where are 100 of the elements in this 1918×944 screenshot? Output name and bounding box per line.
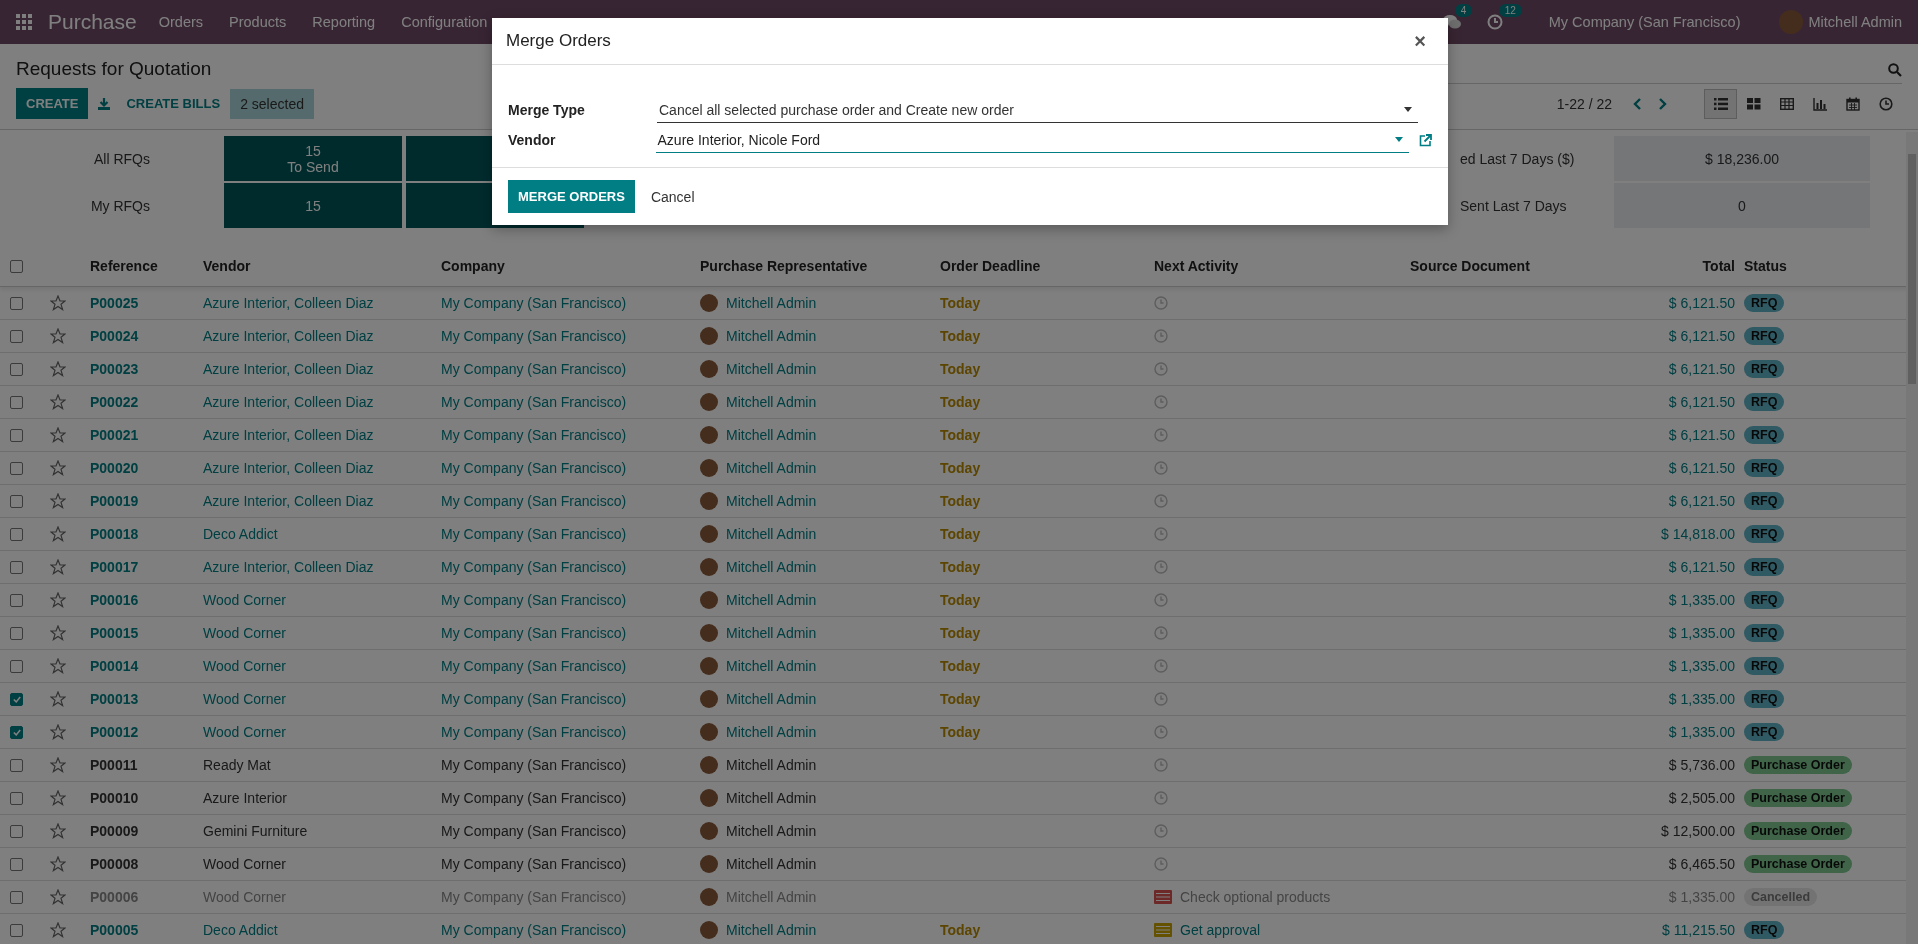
table-cell: Mitchell Admin	[726, 493, 817, 509]
table-cell-text: Azure Interior, Colleen Diaz	[203, 559, 375, 575]
stat-caption: To Send	[287, 158, 339, 175]
table-cell-text: Today	[940, 493, 982, 509]
table-cell-text: P00020	[90, 460, 140, 476]
table-cell: Mitchell Admin	[726, 361, 817, 377]
table-cell-text: Wood Corner	[203, 592, 287, 608]
table-cell-text: My Company (San Francisco)	[441, 823, 628, 839]
table-cell-text: My Company (San Francisco)	[441, 658, 628, 674]
table-cell-text: My Company (San Francisco)	[441, 295, 628, 311]
table-cell-text: $ 12,500.00	[1660, 823, 1735, 839]
table-cell-text: My Company (San Francisco)	[441, 361, 628, 377]
table-cell: Mitchell Admin	[726, 592, 817, 608]
table-cell-text: Azure Interior, Colleen Diaz	[203, 460, 375, 476]
table-cell-text: P00010	[90, 790, 140, 806]
status-badge: RFQ	[1744, 690, 1785, 708]
dialog-title: Merge Orders	[506, 31, 611, 51]
table-cell-text: Wood Corner	[203, 856, 287, 872]
table-cell-text: P00012	[90, 724, 140, 740]
table-cell-text: My Company (San Francisco)	[441, 427, 628, 443]
table-cell-text: $ 1,335.00	[1667, 625, 1735, 641]
table-cell-text: My Company (San Francisco)	[441, 889, 628, 905]
table-cell-text: My Company (San Francisco)	[441, 460, 628, 476]
table-cell: Mitchell Admin	[726, 394, 817, 410]
table-cell-text: Today	[940, 592, 982, 608]
status-badge: RFQ	[1744, 426, 1785, 444]
table-cell-text: Today	[940, 394, 982, 410]
table-cell-text: $ 6,121.50	[1667, 559, 1735, 575]
table-cell-text: Azure Interior, Colleen Diaz	[203, 493, 375, 509]
table-cell-text: Azure Interior, Colleen Diaz	[203, 361, 375, 377]
table-cell-text: Deco Addict	[203, 526, 279, 542]
status-badge: RFQ	[1744, 558, 1785, 576]
status-badge: RFQ	[1744, 360, 1785, 378]
stat-value: 15	[305, 142, 321, 159]
table-cell-text: $ 1,335.00	[1667, 691, 1735, 707]
table-cell-text: My Company (San Francisco)	[441, 592, 628, 608]
table-cell-text: Today	[940, 559, 982, 575]
table-cell-text: $ 14,818.00	[1660, 526, 1735, 542]
table-cell-text: Today	[940, 922, 982, 938]
table-cell-text: My Company (San Francisco)	[441, 625, 628, 641]
table-cell-text: $ 6,121.50	[1667, 460, 1735, 476]
table-cell-text: P00017	[90, 559, 140, 575]
table-cell-text: P00023	[90, 361, 140, 377]
table-cell-text: My Company (San Francisco)	[441, 328, 628, 344]
status-badge: RFQ	[1744, 723, 1785, 741]
table-cell: Mitchell Admin	[726, 823, 817, 839]
table-cell: Mitchell Admin	[726, 526, 817, 542]
status-badge: RFQ	[1744, 657, 1785, 675]
table-cell-text: Today	[940, 427, 982, 443]
table-cell-text: My Company (San Francisco)	[441, 526, 628, 542]
status-badge: RFQ	[1744, 492, 1785, 510]
table-cell-text: $ 1,335.00	[1667, 889, 1735, 905]
status-badge: RFQ	[1744, 624, 1785, 642]
stat-value: 15	[305, 197, 321, 214]
table-cell: Mitchell Admin	[726, 559, 817, 575]
status-badge: RFQ	[1744, 921, 1785, 939]
table-cell-text: P00009	[90, 823, 140, 839]
table-cell-text: P00014	[90, 658, 140, 674]
table-cell-text: Wood Corner	[203, 691, 287, 707]
table-cell-text: My Company (San Francisco)	[441, 724, 628, 740]
table-cell-text: My Company (San Francisco)	[441, 493, 628, 509]
table-cell-text: P00019	[90, 493, 140, 509]
table-cell-text: My Company (San Francisco)	[441, 394, 628, 410]
status-badge: Purchase Order	[1744, 789, 1852, 807]
table-cell-text: Azure Interior, Colleen Diaz	[203, 394, 375, 410]
status-badge: RFQ	[1744, 459, 1785, 477]
table-cell-text: $ 6,121.50	[1667, 361, 1735, 377]
table-cell-text: Azure Interior	[203, 790, 289, 806]
selection-counter: 2 selected	[230, 88, 314, 119]
table-cell-text: $ 6,121.50	[1667, 493, 1735, 509]
table-cell-text: $ 1,335.00	[1667, 592, 1735, 608]
table-cell: Mitchell Admin	[726, 427, 817, 443]
field-label: Merge Type	[508, 102, 586, 118]
table-cell: Mitchell Admin	[726, 922, 817, 938]
status-badge: RFQ	[1744, 294, 1785, 312]
table-cell-text: My Company (San Francisco)	[441, 757, 628, 773]
table-cell-text: Today	[940, 724, 982, 740]
table-cell-text: $ 5,736.00	[1667, 757, 1735, 773]
activity-count-badge: 12	[1498, 4, 1522, 17]
table-cell-text: P00006	[90, 889, 140, 905]
table-cell-text: Azure Interior, Colleen Diaz	[203, 328, 375, 344]
status-badge: Purchase Order	[1744, 756, 1852, 774]
status-badge: Purchase Order	[1744, 822, 1852, 840]
table-cell-text: $ 2,505.00	[1667, 790, 1735, 806]
stat-label: ed Last 7 Days ($)	[1460, 149, 1576, 169]
table-cell: Mitchell Admin	[726, 328, 817, 344]
table-cell-text: My Company (San Francisco)	[441, 790, 628, 806]
table-cell-text: $ 1,335.00	[1667, 724, 1735, 740]
table-cell-text: Wood Corner	[203, 889, 287, 905]
table-cell: Mitchell Admin	[726, 724, 817, 740]
table-cell-text: P00022	[90, 394, 140, 410]
table-cell-text: Wood Corner	[203, 625, 287, 641]
table-cell-text: $ 6,121.50	[1667, 427, 1735, 443]
stat-label: Sent Last 7 Days	[1460, 196, 1568, 216]
table-cell: Mitchell Admin	[726, 625, 817, 641]
table-cell-text: My Company (San Francisco)	[441, 922, 628, 938]
table-cell: Mitchell Admin	[726, 790, 817, 806]
status-badge: Purchase Order	[1744, 855, 1852, 873]
stat-label: My RFQs	[89, 196, 151, 216]
table-cell-text: P00018	[90, 526, 140, 542]
